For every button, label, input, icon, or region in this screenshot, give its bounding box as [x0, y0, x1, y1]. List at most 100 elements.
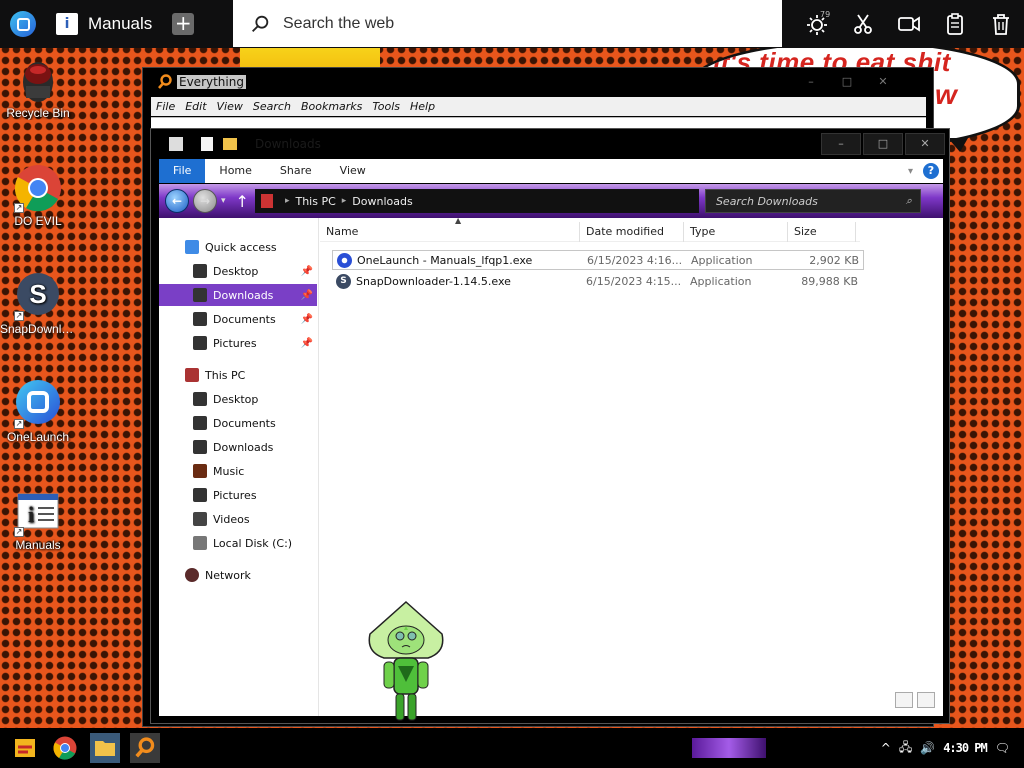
- back-button[interactable]: ←: [165, 189, 189, 213]
- nav-pc-videos[interactable]: Videos: [159, 508, 317, 530]
- volume-icon[interactable]: 🔊: [920, 741, 935, 755]
- everything-menubar: File Edit View Search Bookmarks Tools He…: [151, 97, 926, 116]
- chrome-icon: [53, 736, 77, 760]
- show-hidden-icons-chevron-icon[interactable]: ^: [881, 741, 891, 755]
- file-row[interactable]: OneLaunch - Manuals_lfqp1.exe 6/15/2023 …: [332, 250, 864, 270]
- topbar-tools: 79: [794, 0, 1024, 48]
- close-button[interactable]: ✕: [865, 72, 901, 92]
- taskbar: [0, 728, 1024, 768]
- menu-tools[interactable]: Tools: [372, 100, 400, 113]
- explorer-content: Quick access Desktop 📌 Downloads 📌 Docum…: [159, 216, 943, 716]
- forward-button[interactable]: →: [193, 189, 217, 213]
- address-bar[interactable]: ▸ This PC ▸ Downloads: [254, 189, 699, 213]
- nav-pc-pictures[interactable]: Pictures: [159, 484, 317, 506]
- tab-view[interactable]: View: [326, 159, 380, 183]
- video-camera-icon: [898, 16, 920, 32]
- speech-bubble-tail: [948, 138, 968, 152]
- up-button[interactable]: ↑: [236, 192, 249, 211]
- folder-icon: [95, 741, 115, 756]
- desktop-icon-label: Recycle Bin: [6, 106, 70, 120]
- expand-ribbon-chevron-icon[interactable]: ▾: [908, 166, 913, 177]
- nav-quick-downloads[interactable]: Downloads 📌: [159, 284, 317, 306]
- weather-badge: 79: [820, 10, 831, 19]
- column-date-modified[interactable]: Date modified: [580, 222, 684, 242]
- downloads-folder-icon: [193, 440, 207, 454]
- start-logo-icon: [15, 739, 35, 757]
- desktop-icon-manuals[interactable]: i ↗ Manuals: [0, 488, 76, 552]
- menu-file[interactable]: File: [156, 100, 175, 113]
- cut-button[interactable]: [840, 0, 886, 48]
- nav-quick-access[interactable]: Quick access: [159, 236, 317, 258]
- explorer-titlebar[interactable]: Downloads – □ ✕: [151, 129, 949, 159]
- onelaunch-logo-icon[interactable]: [10, 11, 36, 37]
- desktop-icon-label: OneLaunch: [6, 430, 70, 444]
- properties-icon[interactable]: [201, 137, 213, 151]
- start-button[interactable]: [10, 733, 40, 763]
- nav-pc-local-disk[interactable]: Local Disk (C:): [159, 532, 317, 554]
- nav-network[interactable]: Network: [159, 564, 317, 586]
- file-explorer-window: Downloads – □ ✕ File Home Share View ▾ ?…: [150, 128, 950, 724]
- nav-pc-documents[interactable]: Documents: [159, 412, 317, 434]
- delete-button[interactable]: [978, 0, 1024, 48]
- tab-share[interactable]: Share: [266, 159, 326, 183]
- column-type[interactable]: Type: [684, 222, 788, 242]
- column-headers: Name Date modified Type Size: [320, 222, 860, 242]
- menu-edit[interactable]: Edit: [185, 100, 206, 113]
- active-tab-label[interactable]: Manuals: [88, 14, 152, 34]
- taskbar-file-explorer[interactable]: [90, 733, 120, 763]
- column-name[interactable]: Name: [320, 222, 580, 242]
- nav-pc-music[interactable]: Music: [159, 460, 317, 482]
- nav-quick-pictures[interactable]: Pictures 📌: [159, 332, 317, 354]
- new-tab-button[interactable]: +: [172, 13, 195, 35]
- breadcrumb-downloads[interactable]: Downloads: [352, 195, 412, 208]
- nav-quick-desktop[interactable]: Desktop 📌: [159, 260, 317, 282]
- weather-button[interactable]: 79: [794, 0, 840, 48]
- desktop-icon-snapdownloader[interactable]: S ↗ SnapDownlo...: [0, 272, 76, 336]
- snapdownloader-icon: S: [336, 273, 351, 289]
- address-bar-row: ← → ▾ ↑ ▸ This PC ▸ Downloads Search Dow…: [159, 184, 943, 218]
- column-size[interactable]: Size: [788, 222, 856, 242]
- nav-label: Desktop: [213, 264, 259, 278]
- desktop-icon-onelaunch[interactable]: ↗ OneLaunch: [0, 380, 76, 444]
- network-icon[interactable]: 🖧: [899, 738, 912, 759]
- video-button[interactable]: [886, 0, 932, 48]
- menu-help[interactable]: Help: [410, 100, 435, 113]
- nav-label: Documents: [213, 312, 276, 326]
- recent-locations-dropdown[interactable]: ▾: [221, 196, 226, 206]
- notifications-icon[interactable]: 🗨: [995, 741, 1010, 755]
- taskbar-clock[interactable]: 4:30 PM: [943, 741, 988, 755]
- file-name: OneLaunch - Manuals_lfqp1.exe: [357, 253, 533, 267]
- clipboard-button[interactable]: [932, 0, 978, 48]
- tab-file[interactable]: File: [159, 159, 206, 183]
- minimize-button[interactable]: –: [793, 72, 829, 92]
- close-button[interactable]: ✕: [905, 133, 945, 155]
- desktop-icon-do-evil[interactable]: ↗ DO EVIL: [0, 164, 76, 228]
- desktop-character-sprite: [368, 600, 444, 721]
- maximize-button[interactable]: □: [829, 72, 865, 92]
- details-view-icon[interactable]: [895, 692, 913, 708]
- web-search-bar[interactable]: Search the web: [233, 0, 782, 47]
- search-downloads-input[interactable]: Search Downloads ⌕: [704, 189, 921, 213]
- help-icon[interactable]: ?: [923, 163, 939, 179]
- nav-quick-documents[interactable]: Documents 📌: [159, 308, 317, 330]
- system-tray: ^ 🖧 🔊 4:30 PM 🗨: [877, 728, 1024, 768]
- taskbar-everything[interactable]: [130, 733, 160, 763]
- desktop-icon-label: Manuals: [15, 538, 61, 552]
- tab-home[interactable]: Home: [205, 159, 265, 183]
- menu-view[interactable]: View: [217, 100, 243, 113]
- nav-pc-desktop[interactable]: Desktop: [159, 388, 317, 410]
- nav-pc-downloads[interactable]: Downloads: [159, 436, 317, 458]
- large-icons-view-icon[interactable]: [917, 692, 935, 708]
- nav-this-pc[interactable]: This PC: [159, 364, 317, 386]
- taskbar-chrome[interactable]: [50, 733, 80, 763]
- desktop-icon-recycle-bin[interactable]: Recycle Bin: [0, 56, 76, 120]
- minimize-button[interactable]: –: [821, 133, 861, 155]
- pictures-folder-icon: [193, 488, 207, 502]
- breadcrumb-this-pc[interactable]: This PC: [295, 195, 335, 208]
- menu-search[interactable]: Search: [253, 100, 291, 113]
- manuals-icon: i ↗: [14, 488, 62, 537]
- maximize-button[interactable]: □: [863, 133, 903, 155]
- menu-bookmarks[interactable]: Bookmarks: [301, 100, 362, 113]
- file-row[interactable]: S SnapDownloader-1.14.5.exe 6/15/2023 4:…: [332, 271, 864, 291]
- new-folder-icon[interactable]: [223, 138, 237, 150]
